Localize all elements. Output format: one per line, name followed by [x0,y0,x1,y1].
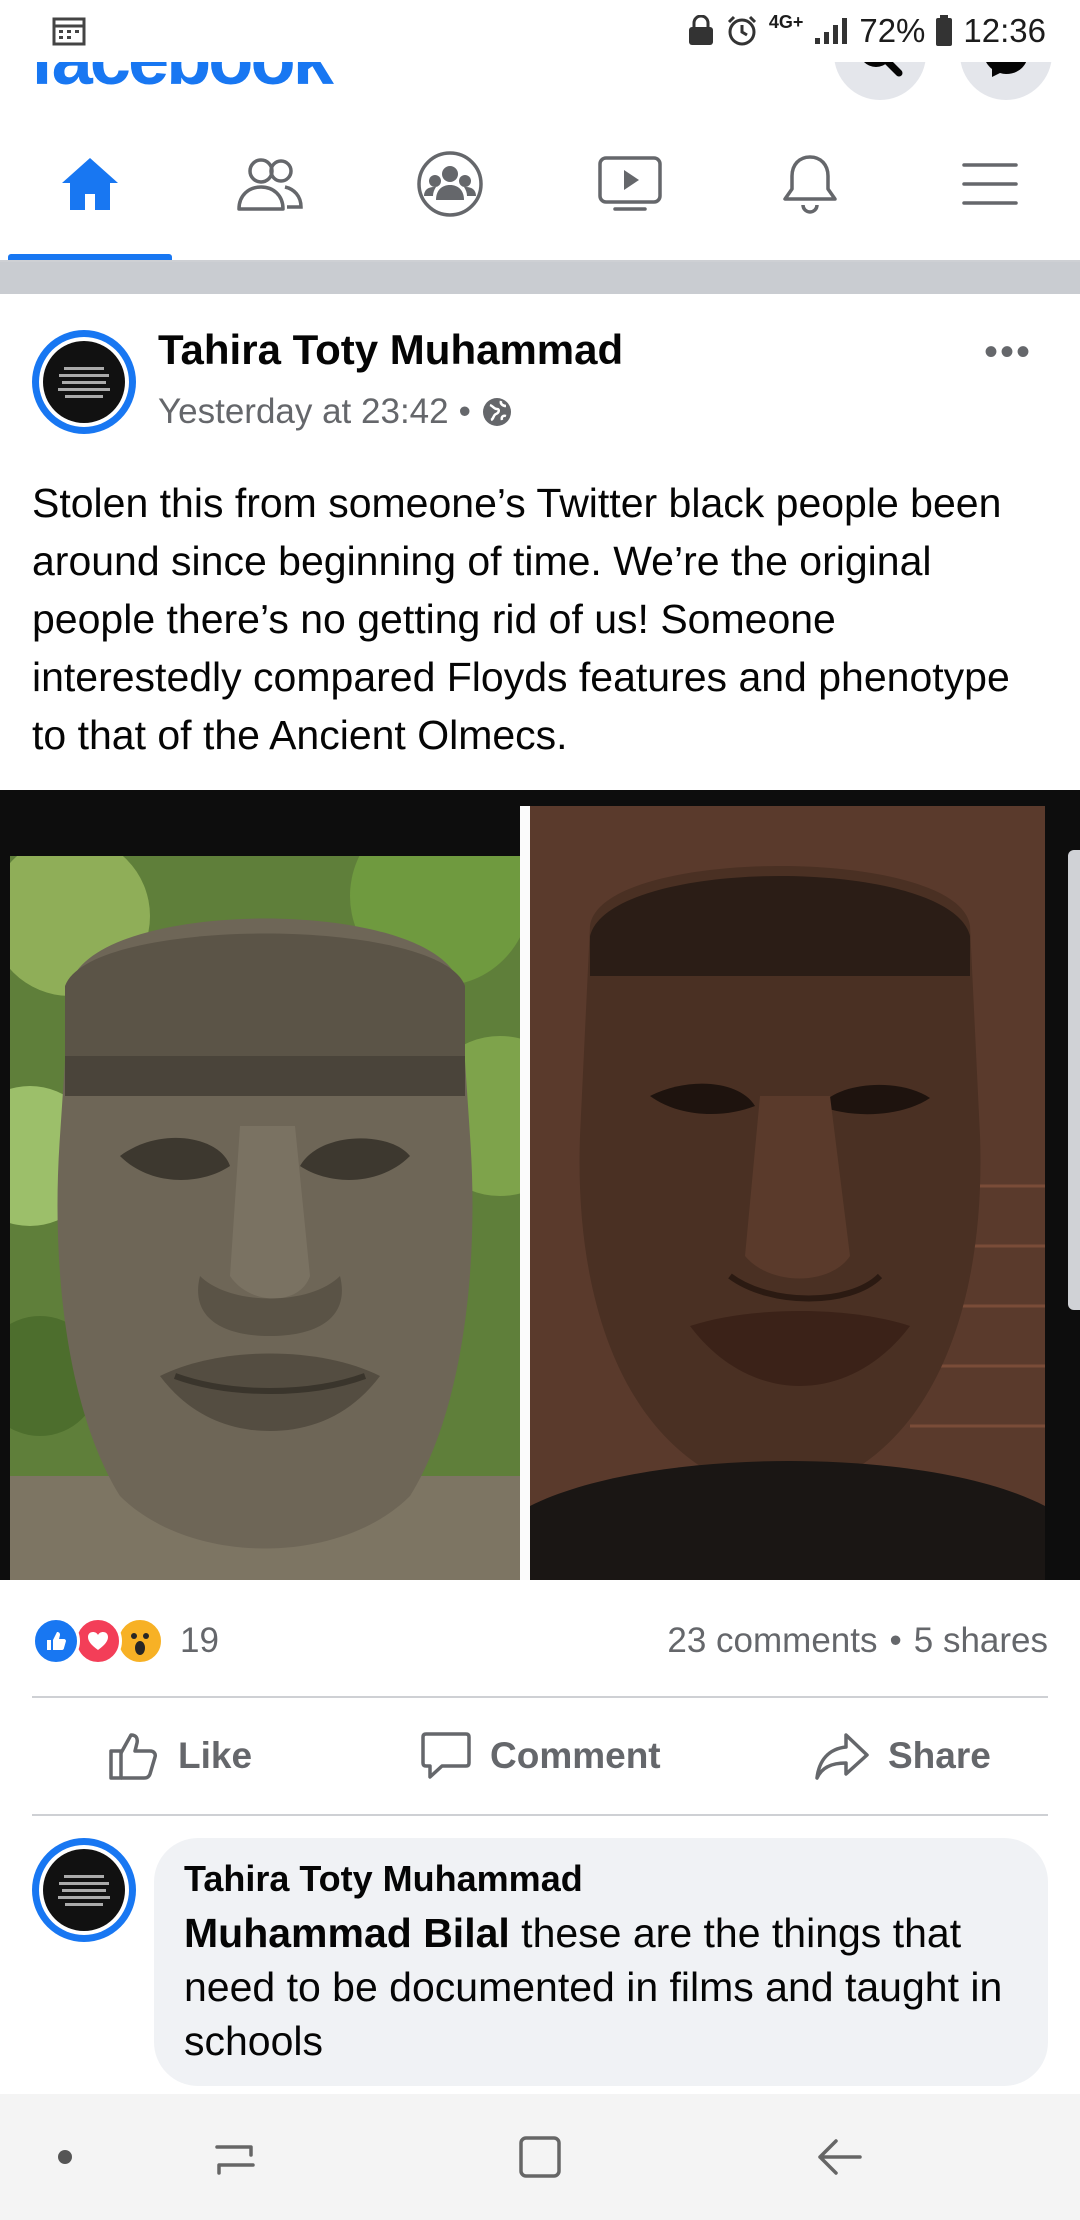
share-button[interactable]: Share [814,1698,991,1814]
globe-icon [482,398,511,426]
post-author-name[interactable]: Tahira Toty Muhammad [158,326,623,374]
reaction-count: 19 [180,1621,219,1660]
commenter-avatar[interactable] [32,1838,136,1942]
comment-mention[interactable]: Muhammad Bilal [184,1910,510,1956]
post-body-text: Stolen this from someone’s Twitter black… [32,480,1010,758]
comment-label: Comment [490,1735,661,1776]
comment-icon [421,1732,471,1779]
calendar-icon [52,17,86,46]
home-button[interactable] [490,2094,590,2220]
tab-watch[interactable] [540,108,720,260]
recents-icon [215,2145,255,2175]
like-button[interactable]: Like [108,1698,252,1814]
friends-icon [237,158,303,211]
author-avatar[interactable] [32,330,136,434]
olmec-head-photo [10,856,520,1580]
lock-icon [688,15,713,45]
tab-friends[interactable] [180,108,360,260]
like-label: Like [178,1735,253,1776]
active-tab-indicator [8,254,172,260]
network-type: 4G+ [768,12,804,32]
post-stats: 23 comments • 5 shares [667,1616,1048,1666]
system-nav-bar [0,2094,1080,2220]
post-image[interactable] [0,790,1080,1580]
love-reaction-icon [74,1617,122,1665]
post-timestamp[interactable]: Yesterday at 23:42 [158,392,449,432]
post-options-button[interactable]: ••• [984,330,1032,375]
portrait-photo [530,806,1045,1580]
battery-percent: 72% [859,12,926,49]
share-label: Share [888,1735,991,1776]
tab-notifications[interactable] [720,108,900,260]
like-reaction-icon [32,1617,80,1665]
clock: 12:36 [963,12,1046,49]
battery-icon [936,15,953,46]
post-action-bar: Like Comment Share [0,1698,1080,1814]
tab-home[interactable] [0,108,180,260]
comment-bubble[interactable]: Tahira Toty Muhammad Muhammad Bilal thes… [154,1838,1048,2086]
bell-icon [783,155,837,214]
hamburger-menu-icon [962,163,1018,205]
divider-bottom [32,1814,1048,1816]
post-meta: Yesterday at 23:42 • [158,392,513,432]
groups-icon [417,151,483,217]
watch-icon [598,156,662,211]
home-icon [62,158,118,210]
reactions-summary[interactable]: 19 [32,1616,219,1666]
back-button[interactable] [790,2094,890,2220]
commenter-name[interactable]: Tahira Toty Muhammad [184,1856,1018,1902]
image-divider [520,806,530,1580]
comment-text: Muhammad Bilal these are the things that… [184,1906,1018,2068]
tab-menu[interactable] [900,108,1080,260]
back-arrow-icon [818,2139,862,2175]
nav-dot [40,2094,90,2220]
stats-separator: • [889,1621,902,1660]
share-icon [815,1733,869,1780]
comment-button[interactable]: Comment [420,1698,661,1814]
thumbs-up-icon [109,1733,157,1780]
scroll-handle[interactable] [1068,850,1080,1310]
wow-reaction-icon [116,1617,164,1665]
recents-button[interactable] [190,2094,280,2220]
nav-tabs [0,108,1080,262]
status-bar: 4G+ 72% 12:36 [0,0,1080,62]
signal-icon [815,18,848,44]
tab-groups[interactable] [360,108,540,260]
shares-count[interactable]: 5 shares [914,1621,1048,1661]
feed-separator [0,262,1080,294]
alarm-icon [727,15,756,46]
comments-count[interactable]: 23 comments [667,1621,877,1661]
meta-separator: • [458,392,471,431]
home-square-icon [519,2136,561,2178]
